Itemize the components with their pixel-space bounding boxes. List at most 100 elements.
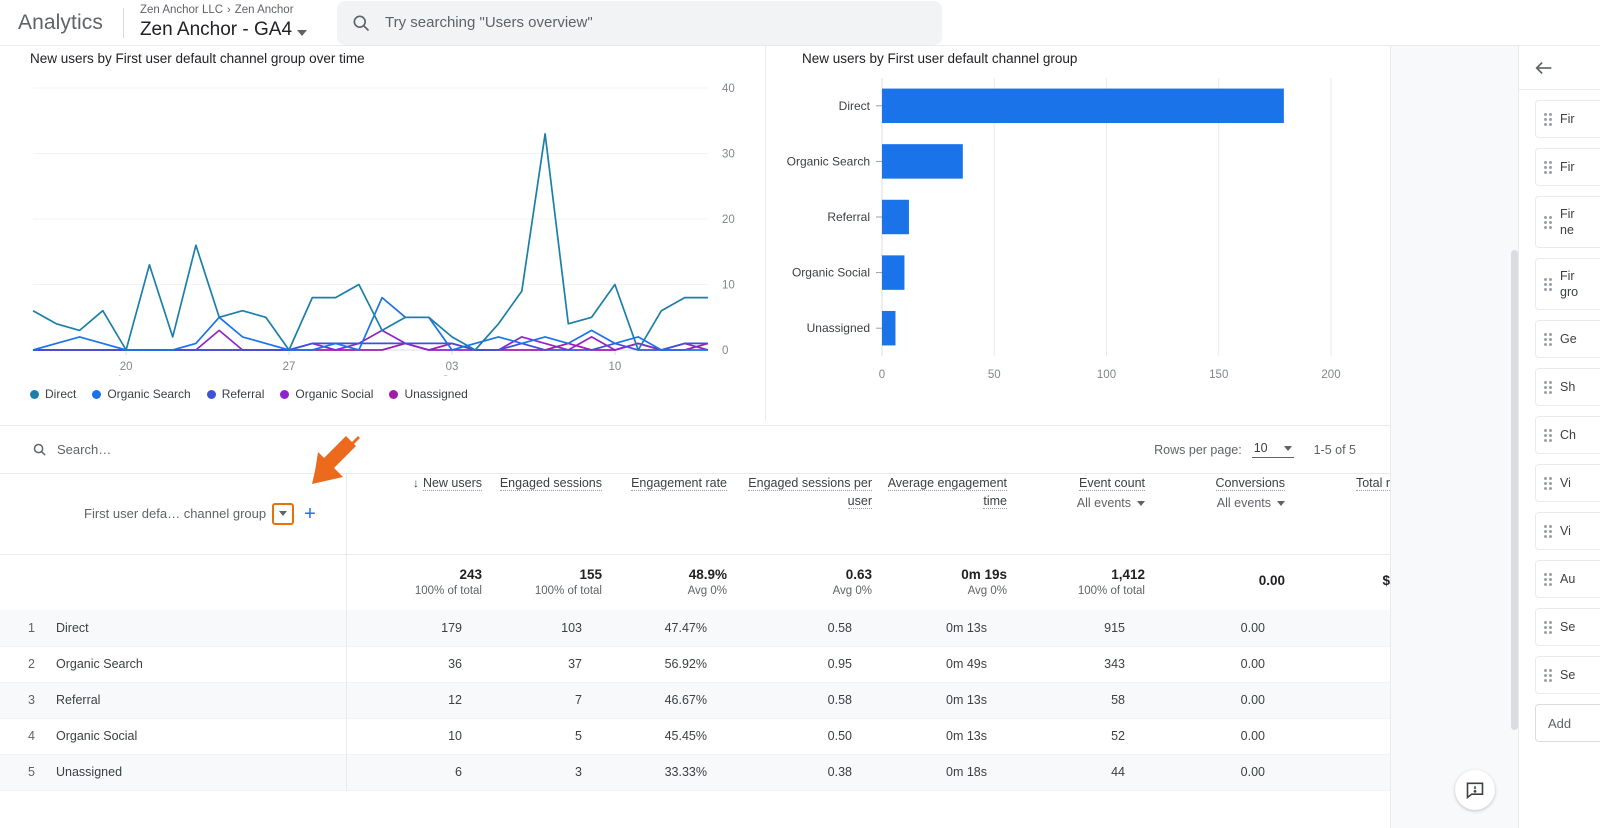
legend-item-organic-social[interactable]: Organic Social <box>280 387 373 401</box>
y-axis-tick-label: 10 <box>722 280 735 292</box>
row-dimension-label: Direct <box>56 620 89 635</box>
rows-per-page-select[interactable]: 10 <box>1251 441 1294 458</box>
row-dimension-label: Organic Social <box>56 729 138 743</box>
breadcrumb: Zen Anchor LLC › Zen Anchor <box>140 3 307 18</box>
panel-item[interactable]: Fir gro <box>1535 258 1600 310</box>
panel-item-label: Sh <box>1560 380 1576 394</box>
legend-item-referral[interactable]: Referral <box>206 387 264 401</box>
drag-handle-icon[interactable] <box>1544 524 1552 538</box>
bar-referral[interactable] <box>882 199 909 235</box>
property-row[interactable]: Zen Anchor - GA4 <box>140 18 308 42</box>
property-selector-block[interactable]: Zen Anchor LLC › Zen Anchor Zen Anchor -… <box>140 3 308 42</box>
column-header-engaged-sessions[interactable]: Engaged sessions <box>482 474 602 555</box>
totals-cell: $ <box>1285 554 1390 610</box>
panel-item[interactable]: Se <box>1535 656 1600 694</box>
row-cell: 3 <box>482 754 602 790</box>
right-panel-scrollbar[interactable] <box>1511 250 1518 730</box>
drag-handle-icon[interactable] <box>1544 215 1552 229</box>
event-count-filter[interactable]: All events <box>1007 496 1145 510</box>
panel-item-label: Fir ne <box>1560 207 1575 237</box>
charts-row: New users by First user default channel … <box>0 46 1390 421</box>
column-header-engagement-rate[interactable]: Engagement rate <box>602 474 727 555</box>
drag-handle-icon[interactable] <box>1544 476 1552 490</box>
drag-handle-icon[interactable] <box>1544 277 1552 291</box>
panel-item-label: Ch <box>1560 428 1576 442</box>
panel-item[interactable]: Fir ne <box>1535 196 1600 248</box>
x-axis-tick-sublabel: Sep <box>442 375 462 376</box>
legend-item-organic-search[interactable]: Organic Search <box>92 387 191 401</box>
panel-item[interactable]: Fir <box>1535 100 1600 138</box>
column-header-new-users[interactable]: ↓ New users <box>346 474 482 555</box>
legend-item-unassigned[interactable]: Unassigned <box>389 387 468 401</box>
bar-organic-search[interactable] <box>882 144 963 179</box>
row-cell: 0m 18s <box>872 754 1007 790</box>
bar-unassigned[interactable] <box>882 310 896 346</box>
column-header-conversions[interactable]: Conversions All events <box>1145 474 1285 555</box>
row-cell: 56.92% <box>664 657 707 671</box>
panel-item[interactable]: Fir <box>1535 148 1600 186</box>
panel-item[interactable]: Vi <box>1535 464 1600 502</box>
bar-direct[interactable] <box>882 88 1284 124</box>
row-index: 4 <box>28 729 35 743</box>
conversions-filter[interactable]: All events <box>1145 496 1285 510</box>
table-row[interactable]: 4 Organic Social 10 5 45.45% 0.50 0m 13s … <box>0 718 1390 754</box>
row-cell: 0.50 <box>827 729 852 743</box>
drag-handle-icon[interactable] <box>1544 668 1552 682</box>
panel-item[interactable]: Sh <box>1535 368 1600 406</box>
send-feedback-button[interactable] <box>1455 770 1495 810</box>
row-cell <box>1285 718 1390 754</box>
analytics-wordmark[interactable]: Analytics <box>0 11 103 35</box>
totals-value: 0m 19s <box>961 567 1007 583</box>
chevron-down-icon[interactable] <box>297 30 308 36</box>
panel-item[interactable]: Au <box>1535 560 1600 598</box>
x-axis-tick-label: 10 <box>608 361 621 373</box>
table-row[interactable]: 5 Unassigned 6 3 33.33% 0.38 0m 18s 44 0.… <box>0 754 1390 790</box>
global-search-bar[interactable]: Try searching "Users overview" <box>337 0 943 45</box>
table-row[interactable]: 2 Organic Search 36 37 56.92% 0.95 0m 49s… <box>0 646 1390 682</box>
panel-item[interactable]: Vi <box>1535 512 1600 550</box>
totals-value: 0.63 <box>845 567 872 583</box>
panel-item[interactable]: Se <box>1535 608 1600 646</box>
table-row[interactable]: 1 Direct 179 103 47.47% 0.58 0m 13s 915 0… <box>0 610 1390 646</box>
arrow-left-icon[interactable] <box>1533 57 1555 79</box>
column-header-event-count[interactable]: Event count All events <box>1007 474 1145 555</box>
totals-cell: 1,412 100% of total <box>1007 554 1145 610</box>
bar-chart-plot[interactable]: 0 50 100 150 200 Direct Organic Search Referral… <box>766 46 1390 391</box>
column-header-total-revenue[interactable]: Total r <box>1285 474 1390 555</box>
row-cell: 0m 49s <box>946 657 987 671</box>
add-dimension-icon[interactable]: + <box>304 504 316 524</box>
row-cell: 343 <box>1104 657 1125 671</box>
drag-handle-icon[interactable] <box>1544 428 1552 442</box>
drag-handle-icon[interactable] <box>1544 332 1552 346</box>
totals-cell: 0.00 <box>1145 554 1285 610</box>
panel-item[interactable]: Ch <box>1535 416 1600 454</box>
dimension-dropdown-button[interactable] <box>272 502 295 525</box>
global-search-input[interactable]: Try searching "Users overview" <box>385 14 593 31</box>
drag-handle-icon[interactable] <box>1544 380 1552 394</box>
search-icon <box>351 13 371 33</box>
drag-handle-icon[interactable] <box>1544 112 1552 126</box>
drag-handle-icon[interactable] <box>1544 572 1552 586</box>
column-header-average-engagement-time[interactable]: Average engagement time <box>872 474 1007 555</box>
row-index: 2 <box>28 657 35 671</box>
row-cell: 0.38 <box>727 754 872 790</box>
panel-item-label: Au <box>1560 572 1576 586</box>
drag-handle-icon[interactable] <box>1544 160 1552 174</box>
column-header-engaged-sessions-per-user[interactable]: Engaged sessions per user <box>727 474 872 555</box>
panel-item[interactable]: Ge <box>1535 320 1600 358</box>
bar-organic-social[interactable] <box>882 255 905 290</box>
row-cell: 103 <box>482 610 602 646</box>
table-header-row: First user defa… channel group + ↓ New us… <box>0 474 1390 555</box>
row-cell: 36 <box>448 657 462 671</box>
line-chart-plot[interactable]: 0 10 20 30 40 20 Aug 27 03 Sep 10 <box>0 46 765 387</box>
legend-item-direct[interactable]: Direct <box>30 387 76 401</box>
table-search-input[interactable]: Search… <box>57 442 111 457</box>
line-series-organic-social <box>33 329 709 351</box>
table-row[interactable]: 3 Referral 12 7 46.67% 0.58 0m 13s 58 0.0… <box>0 682 1390 718</box>
column-header-label: Conversions <box>1215 476 1285 491</box>
drag-handle-icon[interactable] <box>1544 620 1552 634</box>
table-search[interactable]: Search… <box>0 442 111 457</box>
row-index: 1 <box>28 620 35 635</box>
add-item-button[interactable]: Add <box>1535 704 1600 742</box>
row-dimension-cell: 3 Referral <box>0 682 347 718</box>
